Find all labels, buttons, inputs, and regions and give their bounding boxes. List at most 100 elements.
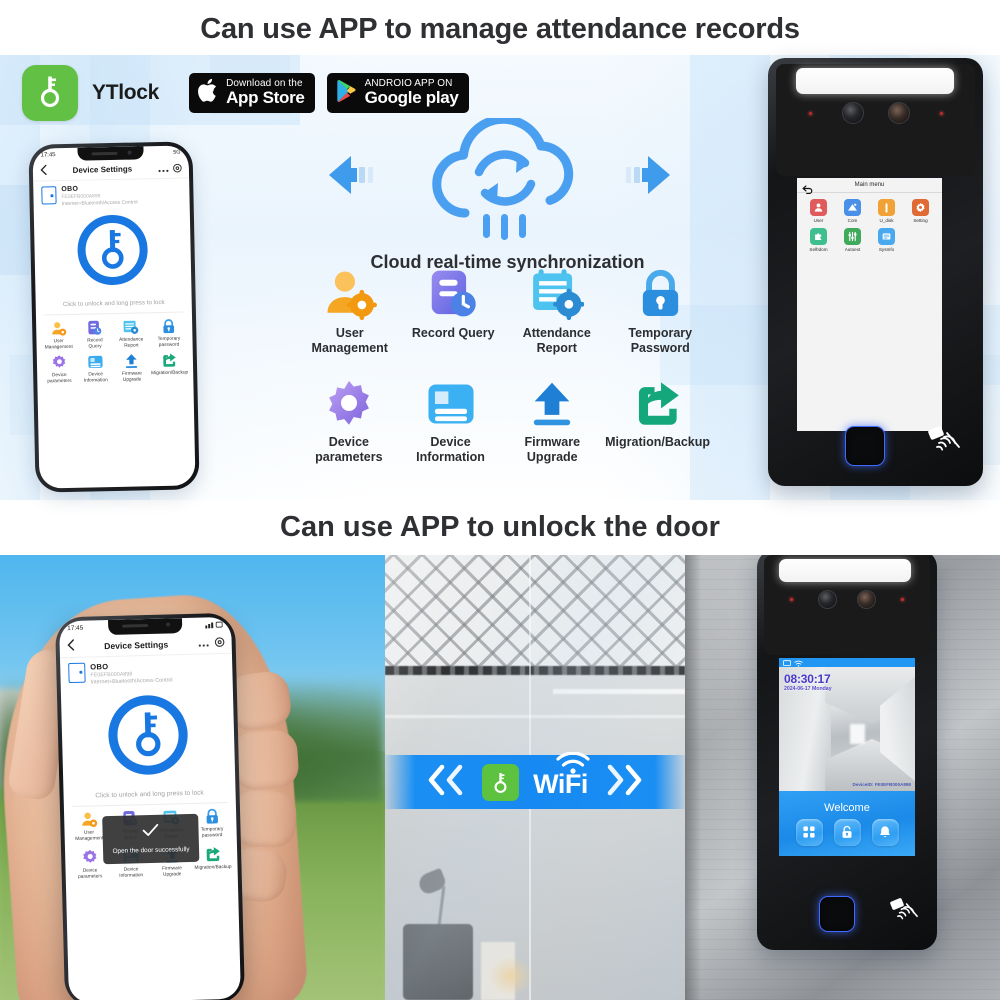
user-management-icon xyxy=(322,263,378,321)
more-dots-icon[interactable] xyxy=(158,159,169,177)
feature-firmware-upgrade[interactable]: Firmware Upgrade xyxy=(503,372,601,465)
menu-item-setting[interactable]: Setting xyxy=(904,199,937,223)
door-icon xyxy=(68,662,86,684)
menu-item-label: SelfIdom xyxy=(809,247,828,252)
feature-grid-row2: Deviceparameters DeviceInformation Fir xyxy=(300,372,710,465)
key-circle-icon[interactable] xyxy=(104,691,192,784)
menu-item-selfidom[interactable]: SelfIdom xyxy=(802,228,835,252)
feature-record-query[interactable]: Record Query xyxy=(404,263,504,356)
grid-item-firmware-upgrade[interactable]: Firmware Upgrade xyxy=(114,352,149,384)
usb-icon xyxy=(878,199,895,216)
lock-open-icon[interactable] xyxy=(833,818,861,846)
menu-item-label: SysInfo xyxy=(878,247,895,252)
ir-dot xyxy=(939,111,943,115)
status-time: 17:45 xyxy=(40,151,56,159)
google-play-badge-label: Google play xyxy=(364,88,459,108)
corridor-vanishing-point xyxy=(849,724,865,744)
grid-item-device-parameters[interactable]: Device parameters xyxy=(42,354,77,386)
grid-item-label: Migration/Backup xyxy=(151,370,189,376)
google-play-badge[interactable]: ANDROIO APP ON Google play xyxy=(326,73,469,113)
status-right-icons: 5G xyxy=(173,149,181,156)
app-phone-mockup-bottom: 17:45 Device Settings OBO FE0EFB000A898 … xyxy=(54,612,246,1000)
feature-label: Temporary Password xyxy=(628,326,693,355)
double-chevron-right-icon xyxy=(602,763,648,802)
wifi-label: WiFi xyxy=(533,751,590,800)
ir-dot xyxy=(808,111,812,115)
phone-feature-grid: UserManagement RecordQuery AttendanceRep… xyxy=(36,312,193,385)
ytlock-logo xyxy=(482,763,520,801)
unlock-hint: Click to unlock and long press to lock xyxy=(95,789,204,800)
feature-device-information[interactable]: Device Information xyxy=(402,372,500,465)
access-terminal-bottom: 08:30:17 2024-06-17 Monday DeviceID: FE0… xyxy=(757,555,937,950)
toast-message: Open the door successfully xyxy=(112,845,190,855)
grid-menu-icon[interactable] xyxy=(795,818,823,846)
device-subtitle: Internet+Bluetooth/Access Control xyxy=(90,677,173,686)
terminal-time: 08:30:17 xyxy=(784,672,831,686)
chevron-left-icon[interactable] xyxy=(66,637,75,655)
grid-item-label: Temporary password xyxy=(200,827,224,839)
ytlock-logo xyxy=(22,65,78,121)
menu-item-label: Com xyxy=(847,218,858,223)
terminal-date: 2024-06-17 Monday xyxy=(784,686,832,692)
gear-circle-icon[interactable] xyxy=(214,633,225,651)
apple-icon xyxy=(198,78,219,108)
camera-sensors xyxy=(768,102,983,124)
feature-temporary-password[interactable]: Temporary Password xyxy=(611,263,711,356)
record-query-icon xyxy=(426,263,481,321)
pane-wall-terminal: 08:30:17 2024-06-17 Monday DeviceID: FE0… xyxy=(685,555,1000,1000)
ir-lens xyxy=(887,102,910,124)
key-circle-icon[interactable] xyxy=(74,211,152,294)
led-light-bar xyxy=(779,559,911,582)
access-terminal-top: Main menu User Com U_disk Setting SelfId… xyxy=(768,58,983,486)
feature-user-management[interactable]: User Management xyxy=(300,263,400,356)
terminal-title-bar: Main menu xyxy=(797,178,942,194)
menu-item-label: Autoext xyxy=(844,247,861,252)
camera-lens xyxy=(818,590,837,609)
menu-item-com[interactable]: Com xyxy=(836,199,869,223)
device-info-icon xyxy=(425,372,477,430)
google-play-icon xyxy=(336,79,358,108)
feature-migration-backup[interactable]: Migration/Backup xyxy=(605,372,710,465)
menu-item-user[interactable]: User xyxy=(802,199,835,223)
grid-item-label: Firmware Upgrade xyxy=(161,866,183,878)
grid-item-label: RecordQuery xyxy=(87,337,103,350)
feature-device-parameters[interactable]: Device parameters xyxy=(300,372,398,465)
app-store-badge[interactable]: Download on the App Store xyxy=(189,73,315,113)
menu-item-udisk[interactable]: U_disk xyxy=(870,199,903,223)
unlock-button-wrap xyxy=(34,211,192,295)
grid-item-temporary-password[interactable]: Temporary password xyxy=(150,317,188,349)
feature-attendance-report[interactable]: Attendance Report xyxy=(507,263,607,356)
grid-item-user-management[interactable]: User Management xyxy=(41,320,76,352)
attendance-report-icon xyxy=(529,263,585,321)
bottom-headline: Can use APP to unlock the door xyxy=(280,511,720,543)
grid-item-migration-backup[interactable]: Migration/Backup xyxy=(151,351,189,383)
feature-label: Record Query xyxy=(411,326,495,340)
back-arrow-icon[interactable] xyxy=(802,181,813,199)
feature-label: Device parameters xyxy=(315,435,383,464)
grid-item-record-query[interactable]: RecordQuery xyxy=(77,319,112,351)
ir-lens xyxy=(857,590,876,609)
camera-preview: 08:30:17 2024-06-17 Monday DeviceID: FE0… xyxy=(779,667,915,791)
terminal-buttons xyxy=(795,818,899,846)
menu-item-sysinfo[interactable]: SysInfo xyxy=(870,228,903,252)
chevron-left-icon[interactable] xyxy=(40,162,47,180)
fingerprint-button[interactable] xyxy=(819,896,855,932)
feature-label: Firmware Upgrade xyxy=(524,435,581,464)
top-section: Can use APP to manage attendance records… xyxy=(0,0,1000,555)
camera-lens xyxy=(841,102,864,124)
finger xyxy=(231,789,297,849)
phone-device-header: OBO FE0EFB000A898 Internet+Bluetooth/Acc… xyxy=(33,178,190,210)
grid-item-attendance-report[interactable]: AttendanceReport xyxy=(114,318,149,350)
fingerprint-button[interactable] xyxy=(845,426,885,466)
cloud-sync-icon xyxy=(413,114,603,247)
ir-dot xyxy=(901,598,904,601)
grid-item-device-information[interactable]: Device Information xyxy=(78,353,113,385)
more-dots-icon[interactable] xyxy=(197,634,209,652)
phone-screen: 17:45 5G Device Settings OBO FE0EFB000A8… xyxy=(32,145,196,489)
menu-item-autoext[interactable]: Autoext xyxy=(836,228,869,252)
sysinfo-icon xyxy=(878,228,895,245)
gear-circle-icon[interactable] xyxy=(173,159,182,177)
success-toast: Open the door successfully xyxy=(102,813,200,865)
card-swipe-icon xyxy=(889,897,919,930)
bell-icon[interactable] xyxy=(871,818,899,846)
